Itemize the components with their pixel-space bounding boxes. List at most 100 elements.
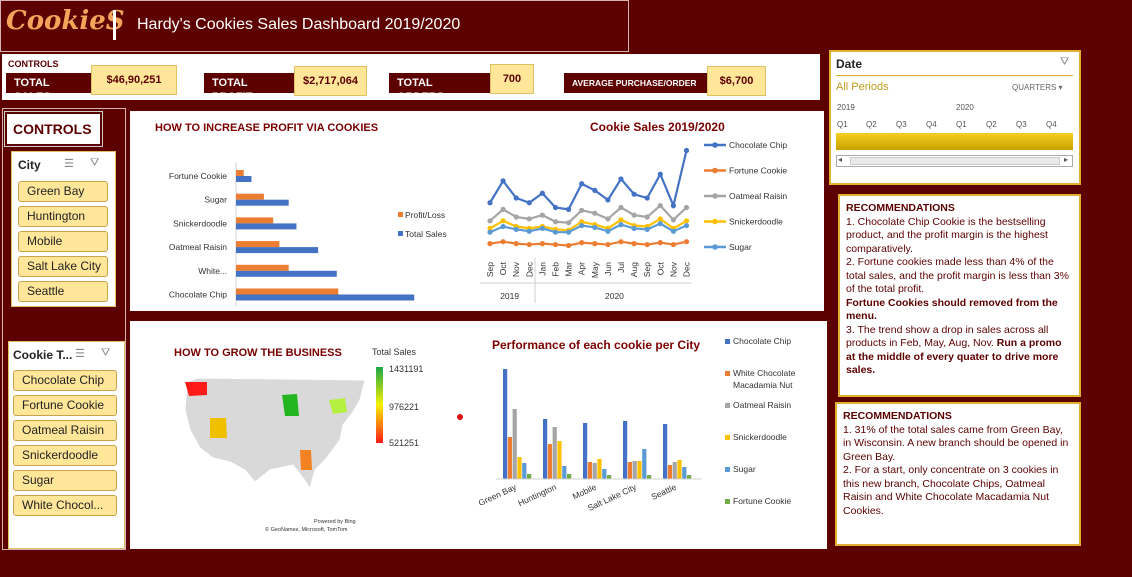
data-point xyxy=(539,241,545,247)
data-point xyxy=(670,217,676,223)
data-point xyxy=(566,220,572,226)
data-point xyxy=(644,195,650,201)
data-point xyxy=(592,187,598,193)
clear-filter-icon[interactable]: ⛛ xyxy=(1060,56,1069,69)
clear-filter-icon[interactable]: ⛛ xyxy=(90,157,99,170)
x-tick-label: Sep xyxy=(642,262,652,277)
quarter-label[interactable]: Q1 xyxy=(956,120,967,129)
data-point xyxy=(526,241,532,248)
cookie-item-sugar[interactable]: Sugar xyxy=(13,470,117,491)
cookie-item-white-chocolate[interactable]: White Chocol... xyxy=(13,495,117,516)
dashboard-title: Hardy's Cookies Sales Dashboard 2019/202… xyxy=(137,16,461,33)
recommendations-title: RECOMMENDATIONS xyxy=(846,202,955,214)
bar-profit-loss xyxy=(236,217,274,224)
clear-filter-icon[interactable]: ⛛ xyxy=(101,347,110,360)
scroll-right-icon[interactable]: ▸ xyxy=(1064,155,1068,164)
cookie-item-snickerdoodle[interactable]: Snickerdoodle xyxy=(13,445,117,466)
data-point xyxy=(487,229,493,235)
us-sales-map xyxy=(184,377,366,490)
quarter-label[interactable]: Q4 xyxy=(926,120,937,129)
quarter-label[interactable]: Q2 xyxy=(986,120,997,129)
date-range-bar[interactable] xyxy=(836,133,1073,150)
data-point xyxy=(539,212,545,218)
legend-marker xyxy=(712,218,718,225)
data-point xyxy=(657,240,663,246)
data-point xyxy=(513,214,519,220)
data-point xyxy=(670,228,676,234)
date-selection-label: All Periods xyxy=(836,81,889,93)
data-point xyxy=(631,225,637,231)
legend-label: Total Sales xyxy=(405,229,447,239)
city-item-salt-lake-city[interactable]: Salt Lake City xyxy=(18,256,108,277)
legend-label: Chocolate Chip xyxy=(729,140,787,150)
quarter-label[interactable]: Q4 xyxy=(1046,120,1057,129)
city-item-huntington[interactable]: Huntington xyxy=(18,206,108,227)
bar-profit-loss xyxy=(236,241,280,248)
map-legend-mid: 976221 xyxy=(389,402,420,412)
scroll-thumb[interactable] xyxy=(850,157,1060,165)
data-point xyxy=(657,171,663,177)
data-point xyxy=(605,228,611,234)
data-point xyxy=(579,181,585,187)
map-legend-title: Total Sales xyxy=(372,347,417,357)
bar-total-sales xyxy=(236,176,252,182)
cookie-item-oatmeal-raisin[interactable]: Oatmeal Raisin xyxy=(13,420,117,441)
city-item-mobile[interactable]: Mobile xyxy=(18,231,108,252)
legend-label: Oatmeal Raisin xyxy=(733,400,791,410)
recommendation-text: 1. 31% of the total sales came from Gree… xyxy=(843,423,1069,463)
bar-fortune-cookie xyxy=(607,475,612,479)
series-line xyxy=(489,150,688,211)
legend-label: Snickerdoodle xyxy=(733,432,787,442)
category-label: Seattle xyxy=(650,482,678,502)
cookies-logo: CookieS xyxy=(6,6,125,36)
quarter-label[interactable]: Q3 xyxy=(896,120,907,129)
scroll-left-icon[interactable]: ◂ xyxy=(838,155,842,164)
bar-total-sales xyxy=(236,199,289,206)
x-tick-label: Dec xyxy=(682,261,692,277)
series-line xyxy=(489,240,687,247)
data-point xyxy=(605,197,611,203)
recommendation-text: 2. Fortune cookies made less than 4% of … xyxy=(846,256,1069,295)
quarter-label[interactable]: Q2 xyxy=(866,120,877,129)
map-legend-max: 1431191 xyxy=(389,364,424,374)
quarter-label[interactable]: Q3 xyxy=(1016,120,1027,129)
legend-swatch xyxy=(725,435,730,440)
multi-select-icon[interactable]: ☰ xyxy=(64,157,74,170)
data-point xyxy=(644,214,650,220)
legend-label: White Chocolate xyxy=(733,368,796,378)
legend-marker xyxy=(712,167,718,174)
data-point xyxy=(670,241,676,248)
bar-snickerdoodle xyxy=(557,441,562,479)
cookie-item-chocolate-chip[interactable]: Chocolate Chip xyxy=(13,370,117,391)
cookie-slicer-title: Cookie T... xyxy=(13,348,73,362)
data-point xyxy=(631,212,637,218)
legend-label: Sugar xyxy=(729,242,752,252)
data-point xyxy=(500,239,506,245)
x-tick-label: Jul xyxy=(616,262,626,273)
data-point xyxy=(566,206,572,212)
bar-profit-loss xyxy=(236,288,339,295)
bar-white-chocolate-macadamia-nut xyxy=(507,437,512,479)
category-label: Sugar xyxy=(204,195,227,205)
controls-heading: CONTROLS xyxy=(13,121,92,137)
multi-select-icon[interactable]: ☰ xyxy=(75,347,85,360)
data-point xyxy=(526,200,532,206)
x-tick-label: Aug xyxy=(629,262,639,277)
category-label: White... xyxy=(198,266,227,276)
legend-label: Snickerdoodle xyxy=(729,217,783,227)
city-item-seattle[interactable]: Seattle xyxy=(18,281,108,302)
cookie-sales-line-chart: Chocolate Chip Fortune Cookie Oatmeal Rais… xyxy=(480,140,787,303)
legend-swatch xyxy=(725,467,730,472)
data-point xyxy=(487,218,493,224)
bar-profit-loss xyxy=(236,264,289,271)
recommendations-panel-2: RECOMMENDATIONS 1. 31% of the total sale… xyxy=(835,402,1081,546)
quarter-label[interactable]: Q1 xyxy=(837,120,848,129)
bar-white-chocolate-macadamia-nut xyxy=(667,465,672,479)
time-level-label: QUARTERS xyxy=(1012,83,1057,92)
bar-snickerdoodle xyxy=(677,460,682,479)
cookie-item-fortune-cookie[interactable]: Fortune Cookie xyxy=(13,395,117,416)
wisconsin-region xyxy=(282,394,299,416)
total-sales-value: $46,90,251 xyxy=(91,65,177,95)
city-item-green-bay[interactable]: Green Bay xyxy=(18,181,108,202)
time-level-dropdown[interactable]: QUARTERS ▾ xyxy=(1012,83,1063,92)
